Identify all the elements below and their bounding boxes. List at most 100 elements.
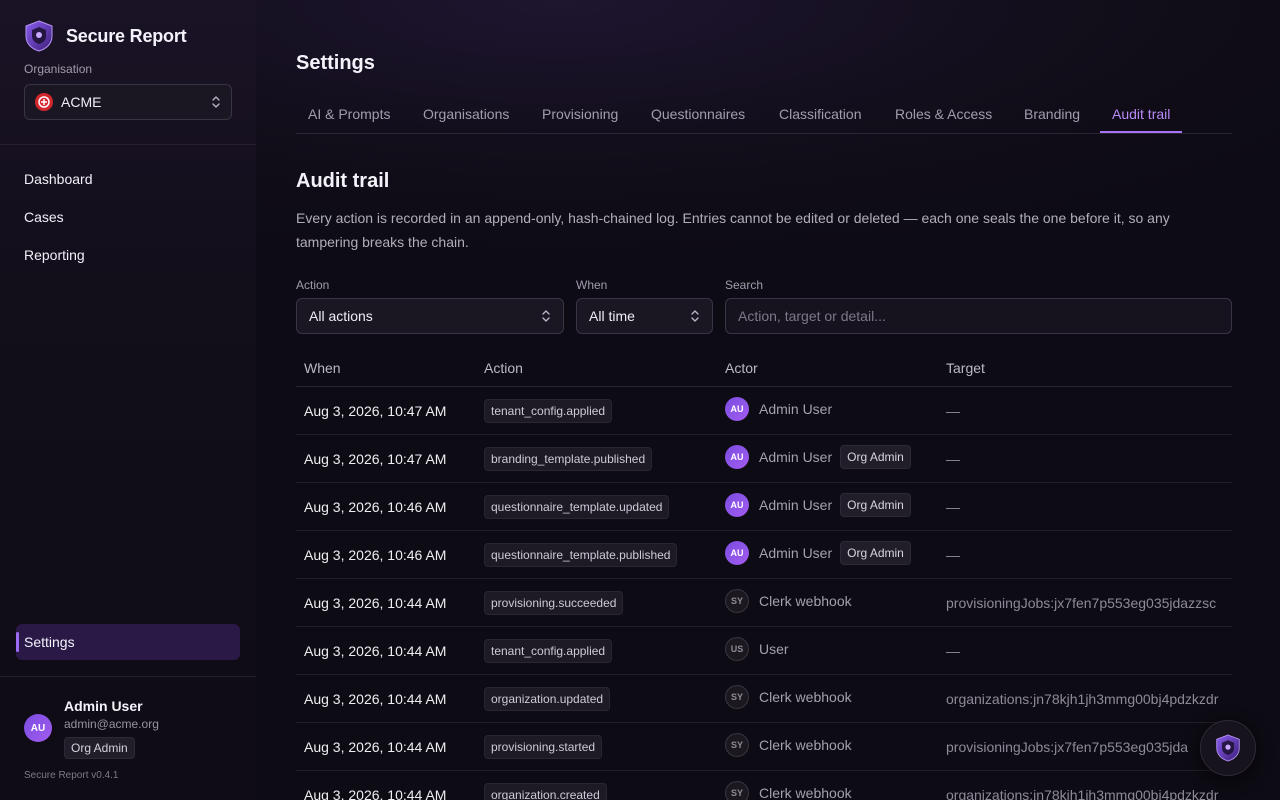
sidebar-nav: Dashboard Cases Reporting	[24, 166, 93, 280]
sidebar-item-settings-label: Settings	[24, 634, 75, 650]
org-label: Organisation	[24, 62, 93, 76]
row-actor: SY Clerk webhook	[725, 685, 852, 709]
actor-name: Admin User	[759, 449, 833, 465]
sidebar-item-cases[interactable]: Cases	[24, 204, 93, 242]
tab-organisations[interactable]: Organisations	[411, 96, 521, 133]
tab-provisioning[interactable]: Provisioning	[530, 96, 630, 133]
table-row[interactable]: Aug 3, 2026, 10:44 AM provisioning.starte…	[296, 723, 1232, 771]
when-filter-select[interactable]: All time	[576, 298, 713, 334]
user-email: admin@acme.org	[64, 717, 159, 731]
table-row[interactable]: Aug 3, 2026, 10:44 AM provisioning.succee…	[296, 579, 1232, 627]
table-row[interactable]: Aug 3, 2026, 10:46 AM questionnaire_templ…	[296, 531, 1232, 579]
avatar: SY	[725, 781, 749, 800]
avatar: US	[725, 637, 749, 661]
sidebar-divider	[0, 144, 256, 145]
row-target: —	[946, 403, 960, 419]
section-title: Audit trail	[296, 170, 390, 192]
row-actor: AU Admin User Org Admin	[725, 445, 911, 469]
row-action-tag: tenant_config.applied	[484, 639, 613, 663]
row-actor: SY Clerk webhook	[725, 589, 852, 613]
when-filter-label: When	[576, 278, 608, 292]
org-select[interactable]: ACME	[24, 84, 232, 120]
actor-role-badge: Org Admin	[840, 541, 911, 565]
when-filter-value: All time	[589, 308, 635, 324]
column-header-when[interactable]: When	[304, 360, 341, 376]
action-filter-select[interactable]: All actions	[296, 298, 564, 334]
org-logo-icon	[35, 93, 53, 111]
column-header-target[interactable]: Target	[946, 360, 985, 376]
table-row[interactable]: Aug 3, 2026, 10:44 AM organization.update…	[296, 675, 1232, 723]
column-header-action[interactable]: Action	[484, 360, 523, 376]
row-action-tag: tenant_config.applied	[484, 399, 613, 423]
shield-logo-icon	[25, 20, 53, 52]
tab-questionnaires[interactable]: Questionnaires	[639, 96, 757, 133]
row-timestamp: Aug 3, 2026, 10:44 AM	[304, 691, 447, 707]
user-role-badge: Org Admin	[64, 737, 135, 759]
row-target: provisioningJobs:jx7fen7p553eg035jdazzsc	[946, 595, 1217, 611]
avatar: SY	[725, 733, 749, 757]
row-action-tag: questionnaire_template.updated	[484, 495, 670, 519]
actor-name: Clerk webhook	[759, 593, 852, 609]
table-row[interactable]: Aug 3, 2026, 10:47 AM tenant_config.appli…	[296, 387, 1232, 435]
sidebar-item-settings[interactable]: Settings	[16, 624, 240, 660]
actor-name: Clerk webhook	[759, 737, 852, 753]
search-label: Search	[725, 278, 764, 292]
sidebar-item-reporting[interactable]: Reporting	[24, 242, 93, 280]
tab-roles-access[interactable]: Roles & Access	[883, 96, 1004, 133]
table-row[interactable]: Aug 3, 2026, 10:44 AM tenant_config.appli…	[296, 627, 1232, 675]
avatar: AU	[24, 714, 52, 742]
row-target: —	[946, 451, 960, 467]
main-content: Settings AI & Prompts Organisations Prov…	[256, 0, 1280, 800]
tab-classification[interactable]: Classification	[767, 96, 873, 133]
row-target: provisioningJobs:jx7fen7p553eg035jda	[946, 739, 1189, 755]
chevron-updown-icon	[212, 96, 220, 108]
row-target: organizations:jn78kjh1jh3mmg00bj4pdzkzdr	[946, 787, 1219, 800]
row-actor: SY Clerk webhook	[725, 733, 852, 757]
row-timestamp: Aug 3, 2026, 10:44 AM	[304, 787, 447, 800]
sidebar-item-dashboard[interactable]: Dashboard	[24, 166, 93, 204]
row-target: —	[946, 547, 960, 563]
sidebar: Secure Report Organisation ACME Dashboar…	[0, 0, 256, 800]
row-actor: SY Clerk webhook	[725, 781, 852, 800]
actor-role-badge: Org Admin	[840, 445, 911, 469]
chevron-updown-icon	[542, 310, 550, 322]
org-selected-value: ACME	[61, 94, 102, 110]
row-action-tag: provisioning.succeeded	[484, 591, 624, 615]
page-title: Settings	[296, 52, 375, 74]
settings-tabs: AI & Prompts Organisations Provisioning …	[296, 96, 1232, 134]
shield-logo-icon	[1216, 734, 1240, 762]
tab-audit-trail[interactable]: Audit trail	[1100, 96, 1183, 133]
row-actor: AU Admin User Org Admin	[725, 541, 911, 565]
actor-name: Clerk webhook	[759, 785, 852, 800]
sidebar-divider	[0, 676, 256, 677]
tab-branding[interactable]: Branding	[1012, 96, 1092, 133]
row-target: —	[946, 499, 960, 515]
actor-name: Admin User	[759, 401, 833, 417]
row-action-tag: organization.created	[484, 783, 607, 800]
avatar: AU	[725, 493, 749, 517]
row-target: —	[946, 643, 960, 659]
table-row[interactable]: Aug 3, 2026, 10:46 AM questionnaire_templ…	[296, 483, 1232, 531]
assistant-fab-button[interactable]	[1200, 720, 1256, 776]
avatar: AU	[725, 445, 749, 469]
row-actor: AU Admin User Org Admin	[725, 493, 911, 517]
tab-ai-prompts[interactable]: AI & Prompts	[296, 96, 402, 133]
table-body: Aug 3, 2026, 10:47 AM tenant_config.appli…	[296, 387, 1232, 800]
column-header-actor[interactable]: Actor	[725, 360, 758, 376]
row-action-tag: provisioning.started	[484, 735, 603, 759]
audit-table: When Action Actor Target Aug 3, 2026, 10…	[296, 350, 1232, 800]
row-timestamp: Aug 3, 2026, 10:44 AM	[304, 739, 447, 755]
row-timestamp: Aug 3, 2026, 10:47 AM	[304, 451, 447, 467]
row-action-tag: questionnaire_template.published	[484, 543, 678, 567]
row-timestamp: Aug 3, 2026, 10:44 AM	[304, 643, 447, 659]
row-target: organizations:jn78kjh1jh3mmg00bj4pdzkzdr	[946, 691, 1219, 707]
action-filter-value: All actions	[309, 308, 373, 324]
table-header: When Action Actor Target	[296, 350, 1232, 387]
app-name: Secure Report	[66, 25, 187, 46]
table-row[interactable]: Aug 3, 2026, 10:44 AM organization.create…	[296, 771, 1232, 800]
chevron-updown-icon	[691, 310, 699, 322]
brand[interactable]: Secure Report	[24, 20, 187, 52]
search-input[interactable]	[725, 298, 1232, 334]
table-row[interactable]: Aug 3, 2026, 10:47 AM branding_template.p…	[296, 435, 1232, 483]
avatar: SY	[725, 589, 749, 613]
